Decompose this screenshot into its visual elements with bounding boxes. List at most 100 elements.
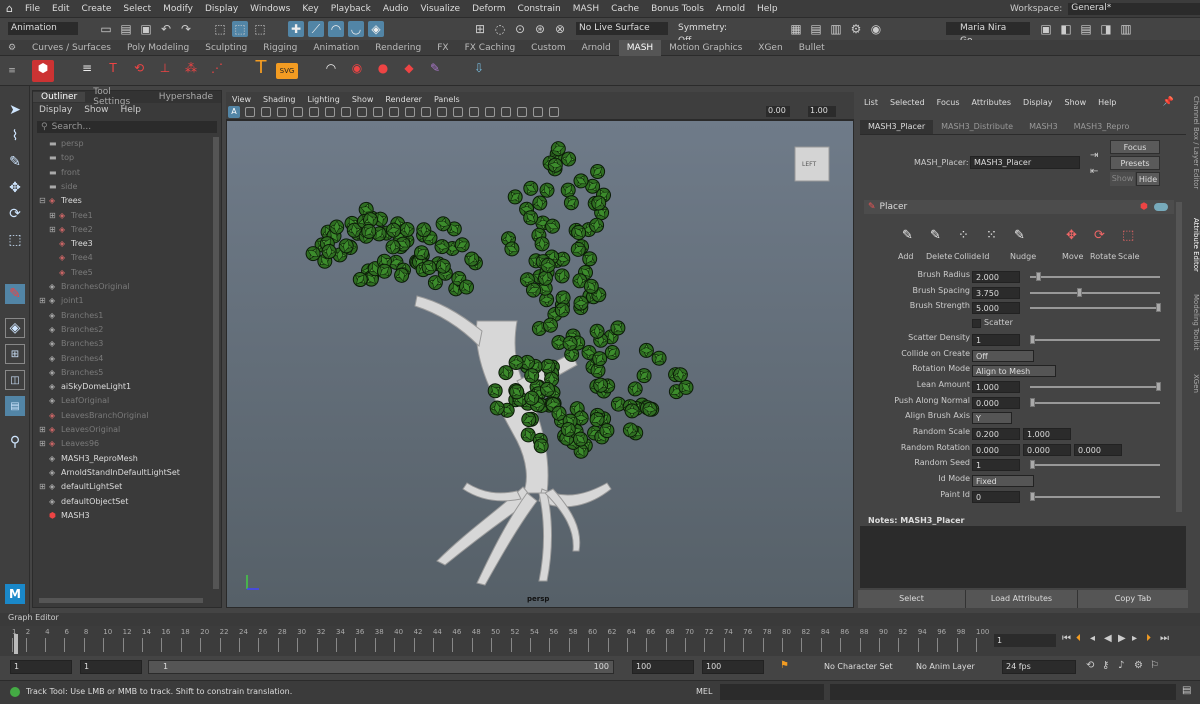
mash-scatter-icon[interactable]: ⁂	[180, 60, 202, 82]
resolution-gate-icon[interactable]	[485, 106, 495, 117]
mash-flight-icon[interactable]: ⟲	[128, 60, 150, 82]
modeling-toolkit-icon[interactable]: ◧	[1058, 21, 1074, 37]
prefs-icon[interactable]: ⚙	[1134, 660, 1150, 671]
move-tool-icon[interactable]: ✥	[5, 178, 25, 198]
channel-box-icon[interactable]: ▥	[1118, 21, 1134, 37]
tab-outliner[interactable]: Outliner	[33, 92, 86, 102]
attr-slider-knob[interactable]	[1036, 272, 1042, 281]
outliner-item[interactable]: ◈ Branches3	[39, 337, 103, 351]
enable-toggle[interactable]	[1154, 203, 1168, 211]
menu-visualize[interactable]: Visualize	[414, 4, 466, 14]
attr-slider-track[interactable]	[1030, 495, 1160, 498]
notes-textarea[interactable]	[860, 526, 1186, 588]
mask-handle-icon[interactable]: ✚	[288, 21, 304, 37]
placer-rotate-icon[interactable]: ⟳	[1094, 228, 1105, 243]
attr-slider-knob[interactable]	[1156, 303, 1161, 313]
shelf-settings-icon[interactable]: ⚙	[0, 43, 24, 53]
attr-slider-knob[interactable]	[1030, 491, 1035, 501]
ae-menu-help[interactable]: Help	[1092, 98, 1122, 107]
menu-bonus-tools[interactable]: Bonus Tools	[645, 4, 710, 14]
copy-tab-button[interactable]: Copy Tab	[1078, 590, 1188, 608]
field-chart-icon[interactable]	[517, 106, 527, 117]
shelf-tab-mash[interactable]: MASH	[618, 39, 662, 56]
menu-display[interactable]: Display	[199, 4, 244, 14]
placer-scale-icon[interactable]: ⬚	[1122, 228, 1134, 243]
menu-create[interactable]: Create	[75, 4, 117, 14]
mash-placer-tool-icon[interactable]: ✎	[5, 284, 25, 304]
svg-tool-icon[interactable]: SVG	[276, 62, 298, 79]
snap-surface-icon[interactable]: ⊗	[552, 21, 568, 37]
play-forward-icon[interactable]: ▶	[1118, 633, 1132, 644]
attr-slider-track[interactable]	[1030, 276, 1160, 278]
menu-mash[interactable]: MASH	[567, 4, 605, 14]
outliner-item[interactable]: ⊞ ◈ defaultLightSet	[39, 480, 122, 494]
grid-icon[interactable]	[245, 106, 255, 117]
attr-dropdown[interactable]: Y	[972, 412, 1012, 425]
ae-tab-mash3_placer[interactable]: MASH3_Placer	[860, 120, 934, 134]
outliner-item[interactable]: ⬢ MASH3	[39, 509, 90, 523]
outliner-menu-help[interactable]: Help	[114, 105, 147, 115]
mash-sphere-icon[interactable]: ◉	[346, 60, 368, 82]
attr-dropdown[interactable]: Fixed	[972, 475, 1034, 488]
range-slider[interactable]: 1 100	[148, 660, 614, 674]
attr-dropdown[interactable]: Align to Mesh	[972, 365, 1056, 378]
playback-end-field[interactable]: 100	[632, 660, 694, 674]
mash-paint-icon[interactable]: ◆	[398, 60, 420, 82]
placer-move-icon[interactable]: ✥	[1066, 228, 1077, 243]
ae-tab-mash3_distribute[interactable]: MASH3_Distribute	[933, 120, 1021, 134]
side-tab-xgen[interactable]: XGen	[1189, 374, 1200, 393]
tab-tool-settings[interactable]: Tool Settings	[85, 87, 151, 107]
ae-menu-attributes[interactable]: Attributes	[966, 98, 1018, 107]
ao-icon[interactable]	[341, 106, 351, 117]
isolate-icon[interactable]	[405, 106, 415, 117]
search-icon[interactable]: ⚲	[5, 432, 25, 452]
bookmark-icon[interactable]	[437, 106, 447, 117]
shelf-tab-sculpting[interactable]: Sculpting	[197, 40, 255, 56]
gamma-field[interactable]: 1.00	[808, 106, 836, 117]
attr-field[interactable]: 1.000	[972, 380, 1020, 393]
mash-points-icon[interactable]: ⋰	[206, 60, 228, 82]
ae-tab-mash3[interactable]: MASH3	[1021, 120, 1066, 134]
outliner-item[interactable]: ▬ side	[39, 180, 77, 194]
outliner-search[interactable]: ⚲ Search...	[37, 121, 217, 133]
attr-field[interactable]: 5.000	[972, 302, 1020, 315]
current-frame-field[interactable]: 1	[994, 634, 1056, 647]
select-object-icon[interactable]: ⬚	[232, 21, 248, 37]
menu-cache[interactable]: Cache	[605, 4, 645, 14]
character-set-select[interactable]: No Character Set	[824, 662, 893, 671]
outliner-menu-display[interactable]: Display	[33, 105, 78, 115]
placer-delete-icon[interactable]: ✎	[930, 228, 941, 243]
mash-drop-icon[interactable]: ⊥	[154, 60, 176, 82]
viewport-3d[interactable]: LEFT persp	[226, 120, 854, 608]
outliner-item[interactable]: ◈ aiSkyDomeLight1	[39, 380, 131, 394]
attr-slider-track[interactable]	[1030, 338, 1160, 341]
shelf-tab-xgen[interactable]: XGen	[750, 40, 790, 56]
step-forward-key-icon[interactable]: ⏵	[1146, 633, 1160, 644]
select-button[interactable]: Select	[858, 590, 966, 608]
attr-field[interactable]: 2.000	[972, 271, 1020, 283]
hypershade-icon[interactable]: ◉	[868, 21, 884, 37]
open-icon[interactable]: ▤	[118, 21, 134, 37]
mask-surface-icon[interactable]: ◡	[348, 21, 364, 37]
shelf-tab-bullet[interactable]: Bullet	[791, 40, 833, 56]
load-attributes-button[interactable]: Load Attributes	[966, 590, 1078, 608]
mel-label[interactable]: MEL	[696, 687, 712, 696]
ipr-icon[interactable]: ▥	[828, 21, 844, 37]
sound-icon[interactable]: ♪	[1118, 660, 1134, 671]
side-by-side-icon[interactable]: ◫	[5, 370, 25, 390]
tool-settings-icon[interactable]: ◨	[1098, 21, 1114, 37]
shelf-tab-poly-modeling[interactable]: Poly Modeling	[119, 40, 197, 56]
ae-scrollbar[interactable]	[1176, 202, 1182, 512]
outliner-item[interactable]: ◈ BranchesOriginal	[39, 280, 130, 294]
select-hierarchy-icon[interactable]: ⬚	[212, 21, 228, 37]
attr-slider-knob[interactable]	[1076, 287, 1082, 297]
film-gate-icon[interactable]	[469, 106, 479, 117]
command-line-input[interactable]	[720, 684, 824, 700]
dof-icon[interactable]	[373, 106, 383, 117]
ae-tab-mash3_repro[interactable]: MASH3_Repro	[1066, 120, 1138, 134]
outliner-item[interactable]: ◈ LeavesBranchOriginal	[39, 409, 149, 423]
shadows-icon[interactable]	[325, 106, 335, 117]
outliner-item[interactable]: ◈ Tree5	[49, 266, 93, 280]
shelf-tab-animation[interactable]: Animation	[305, 40, 367, 56]
new-scene-icon[interactable]: ▭	[98, 21, 114, 37]
